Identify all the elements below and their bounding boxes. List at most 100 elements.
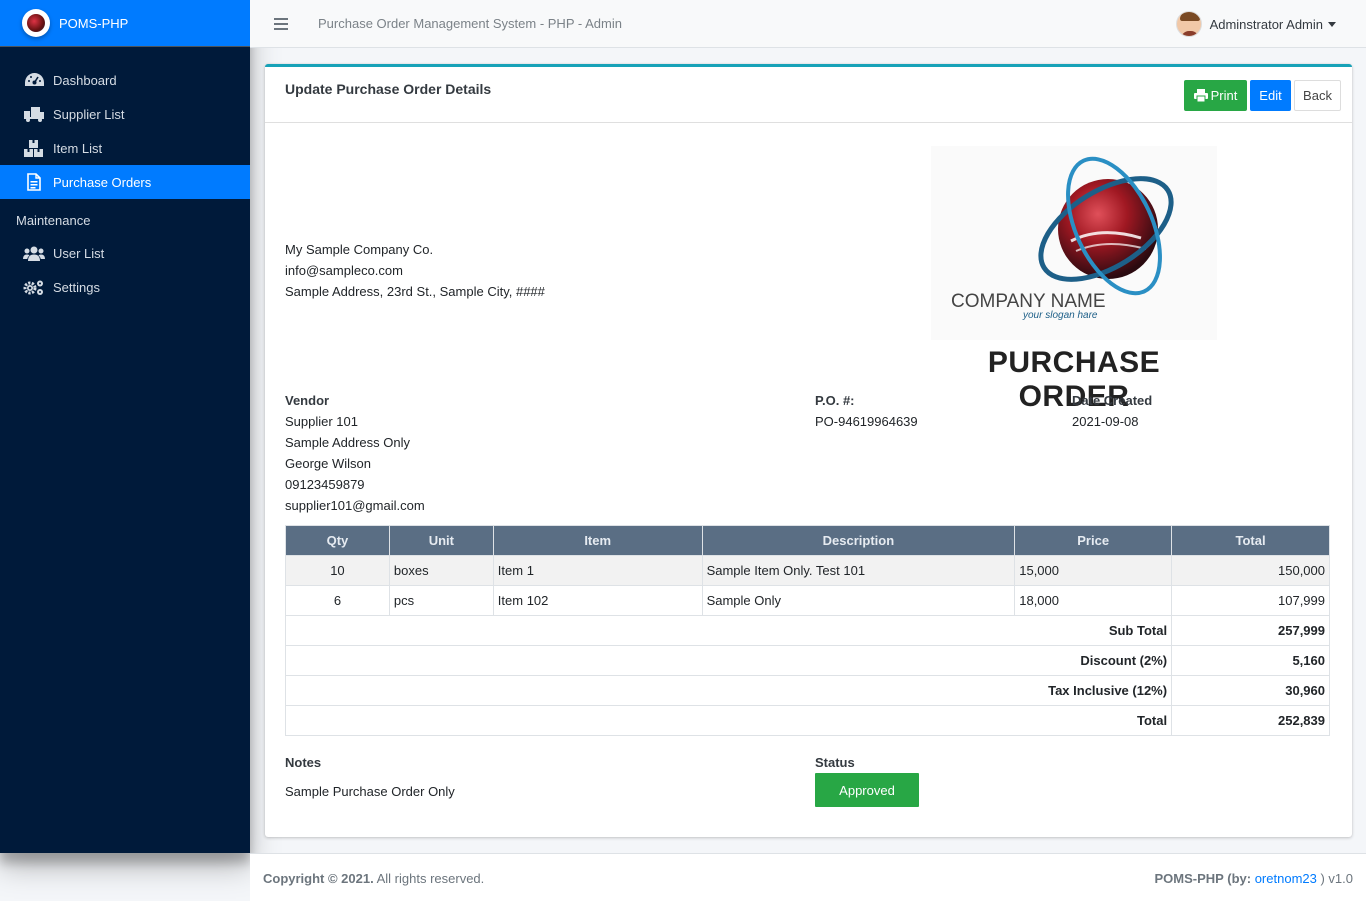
items-table: Qty Unit Item Description Price Total 10… (284, 525, 1330, 736)
brand-name: POMS-PHP (59, 15, 129, 31)
subtotal-label: Sub Total (284, 615, 1173, 646)
user-name: Adminstrator Admin (1209, 16, 1323, 32)
cell-item: Item 102 (492, 585, 703, 616)
file-icon (23, 173, 45, 191)
cell-description: Sample Only (701, 585, 1016, 616)
discount-label: Discount (2%) (284, 645, 1173, 676)
col-description: Description (701, 525, 1016, 556)
vendor-contact: George Wilson (285, 456, 371, 471)
cell-price: 18,000 (1014, 585, 1173, 616)
menu-toggle-icon[interactable] (274, 17, 288, 30)
total-label: Total (284, 705, 1173, 736)
date-created-block: Date Created 2021-09-08 (1072, 390, 1152, 432)
print-icon (1193, 89, 1208, 102)
user-menu[interactable]: Adminstrator Admin (1175, 11, 1336, 37)
summary-row-total: Total 252,839 (284, 705, 1330, 736)
sidebar-item-supplier-list[interactable]: Supplier List (0, 97, 250, 131)
cell-qty: 10 (285, 555, 390, 586)
version-text: ) v1.0 (1320, 871, 1353, 886)
notes-value: Sample Purchase Order Only (285, 784, 455, 799)
sidebar-nav: Dashboard Supplier List Item List Purcha… (0, 47, 250, 304)
status-block: Status (815, 752, 855, 773)
print-label: Print (1210, 88, 1238, 103)
cell-total: 150,000 (1171, 555, 1330, 586)
truck-icon (23, 105, 45, 123)
sidebar-item-label: Item List (53, 140, 103, 156)
print-button[interactable]: Print (1184, 80, 1247, 111)
po-number-value: PO-94619964639 (815, 414, 918, 429)
avatar (1175, 11, 1202, 37)
col-item: Item (492, 525, 703, 556)
sidebar-item-label: Purchase Orders (53, 174, 152, 190)
cell-unit: pcs (388, 585, 494, 616)
po-number-block: P.O. #: PO-94619964639 (815, 390, 918, 432)
total-value: 252,839 (1171, 705, 1330, 736)
sidebar-item-settings[interactable]: Settings (0, 270, 250, 304)
sidebar-item-item-list[interactable]: Item List (0, 131, 250, 165)
summary-row-tax: Tax Inclusive (12%) 30,960 (284, 675, 1330, 706)
footer: Copyright © 2021. All rights reserved. P… (250, 853, 1366, 901)
vendor-email: supplier101@gmail.com (285, 498, 425, 513)
sidebar-item-user-list[interactable]: User List (0, 236, 250, 270)
brand-logo-icon (22, 9, 50, 37)
subtotal-value: 257,999 (1171, 615, 1330, 646)
sidebar-item-label: User List (53, 245, 105, 261)
tax-value: 30,960 (1171, 675, 1330, 706)
discount-value: 5,160 (1171, 645, 1330, 676)
sidebar-item-dashboard[interactable]: Dashboard (0, 63, 250, 97)
sidebar-item-label: Settings (53, 279, 100, 295)
status-label: Status (815, 755, 855, 770)
boxes-icon (23, 139, 45, 157)
cogs-icon (23, 278, 45, 296)
summary-row-subtotal: Sub Total 257,999 (284, 615, 1330, 646)
brand[interactable]: POMS-PHP (0, 0, 250, 47)
table-row: 10 boxes Item 1 Sample Item Only. Test 1… (285, 555, 1330, 586)
cell-total: 107,999 (1171, 585, 1330, 616)
col-qty: Qty (285, 525, 390, 556)
company-email: info@sampleco.com (285, 263, 403, 278)
cell-price: 15,000 (1014, 555, 1173, 586)
dashboard-icon (23, 71, 45, 89)
cell-description: Sample Item Only. Test 101 (701, 555, 1016, 586)
cell-item: Item 1 (492, 555, 703, 586)
vendor-block: Vendor Supplier 101 Sample Address Only … (285, 390, 425, 516)
company-address: Sample Address, 23rd St., Sample City, #… (285, 284, 545, 299)
app-credit: POMS-PHP (by: (1154, 871, 1252, 886)
summary-row-discount: Discount (2%) 5,160 (284, 645, 1330, 676)
company-info: My Sample Company Co. info@sampleco.com … (285, 239, 545, 302)
notes-label: Notes (285, 755, 322, 770)
col-total: Total (1171, 525, 1330, 556)
tax-label: Tax Inclusive (12%) (284, 675, 1173, 706)
date-created-label: Date Created (1072, 393, 1153, 408)
rights-text: All rights reserved. (376, 871, 485, 886)
company-name: My Sample Company Co. (285, 242, 434, 257)
date-created-value: 2021-09-08 (1072, 414, 1139, 429)
table-row: 6 pcs Item 102 Sample Only 18,000 107,99… (285, 585, 1330, 616)
card-title: Update Purchase Order Details (285, 81, 492, 97)
footer-copyright: Copyright © 2021. All rights reserved. (263, 871, 484, 886)
logo-name: COMPANY NAME (951, 291, 1106, 312)
vendor-phone: 09123459879 (285, 477, 365, 492)
sidebar-item-label: Supplier List (53, 106, 125, 122)
top-navbar: Purchase Order Management System - PHP -… (250, 0, 1366, 48)
vendor-label: Vendor (285, 393, 330, 408)
sidebar-item-purchase-orders[interactable]: Purchase Orders (0, 165, 250, 199)
users-icon (23, 244, 45, 262)
purchase-order-card: Update Purchase Order Details Print Edit… (265, 64, 1352, 837)
sidebar: POMS-PHP Dashboard Supplier List Item Li… (0, 0, 250, 853)
notes-block: Notes Sample Purchase Order Only (285, 752, 455, 802)
company-logo: COMPANY NAME your slogan hare (931, 146, 1217, 340)
author-link[interactable]: oretnom23 (1255, 871, 1317, 886)
table-header-row: Qty Unit Item Description Price Total (285, 525, 1330, 556)
caret-down-icon (1328, 21, 1336, 27)
col-price: Price (1014, 525, 1173, 556)
edit-button[interactable]: Edit (1250, 80, 1291, 111)
vendor-address: Sample Address Only (285, 435, 411, 450)
sidebar-item-label: Dashboard (53, 72, 117, 88)
back-button[interactable]: Back (1294, 80, 1341, 111)
po-number-label: P.O. #: (815, 393, 855, 408)
card-header: Update Purchase Order Details Print Edit… (265, 67, 1352, 123)
sidebar-section-maintenance: Maintenance (16, 213, 91, 228)
col-unit: Unit (388, 525, 494, 556)
status-badge: Approved (815, 773, 919, 807)
